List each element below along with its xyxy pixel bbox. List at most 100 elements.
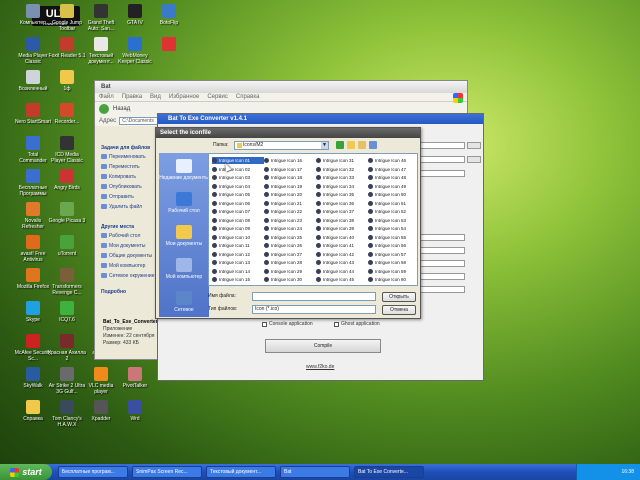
explorer-title[interactable]: Bat bbox=[95, 81, 467, 93]
file-item[interactable]: Intrigue Icon 59 bbox=[368, 268, 420, 275]
file-item[interactable]: Intrigue Icon 54 bbox=[368, 225, 420, 232]
file-item[interactable]: Intrigue Icon 48 bbox=[368, 174, 420, 181]
desktop-icon[interactable]: Skype bbox=[14, 301, 52, 323]
cancel-button[interactable]: Отмена bbox=[382, 305, 416, 315]
start-button[interactable]: start bbox=[0, 464, 52, 480]
file-item[interactable]: Intrigue Icon 35 bbox=[316, 191, 368, 198]
file-item[interactable]: Intrigue Icon 60 bbox=[368, 276, 420, 283]
address-input[interactable]: C:\Documents bbox=[119, 117, 160, 125]
desktop-icon[interactable]: SkyWalk bbox=[14, 367, 52, 389]
taskbar-button[interactable]: Bat bbox=[280, 466, 350, 478]
file-item[interactable]: Intrigue Icon 21 bbox=[264, 200, 316, 207]
file-item[interactable]: Intrigue Icon 47 bbox=[368, 166, 420, 173]
back-arrow-icon[interactable] bbox=[99, 104, 109, 114]
task-link[interactable]: Удалить файл bbox=[101, 204, 155, 210]
menu-item[interactable]: Правка bbox=[122, 93, 142, 101]
filetype-dropdown[interactable]: Icon (*.ico) bbox=[252, 305, 376, 314]
file-item[interactable]: Intrigue Icon 03 bbox=[212, 174, 264, 181]
file-item[interactable]: Intrigue Icon 33 bbox=[316, 174, 368, 181]
file-item[interactable]: Intrigue Icon 18 bbox=[264, 174, 316, 181]
file-item[interactable]: Intrigue Icon 53 bbox=[368, 217, 420, 224]
file-item[interactable]: Intrigue Icon 14 bbox=[212, 268, 264, 275]
desktop-icon[interactable]: Tom Clancy's H.A.W.X bbox=[48, 400, 86, 428]
filename-input[interactable] bbox=[252, 292, 376, 301]
browse-save-button[interactable] bbox=[467, 156, 481, 163]
file-item[interactable]: Intrigue Icon 01 bbox=[212, 157, 264, 164]
file-item[interactable]: Intrigue Icon 19 bbox=[264, 183, 316, 190]
desktop-icon[interactable]: Transformers Revenge C... bbox=[48, 268, 86, 296]
file-item[interactable]: Intrigue Icon 08 bbox=[212, 217, 264, 224]
places-item[interactable]: Сетевое bbox=[159, 291, 209, 313]
file-item[interactable]: Intrigue Icon 46 bbox=[368, 157, 420, 164]
desktop-icon[interactable]: Текстовый документ... bbox=[82, 37, 120, 65]
look-in-dropdown[interactable]: Icons/M2 ▼ bbox=[234, 141, 329, 150]
file-item[interactable]: Intrigue Icon 05 bbox=[212, 191, 264, 198]
desktop-icon[interactable]: Media Player Classic bbox=[14, 37, 52, 65]
ghost-app-checkbox[interactable]: Ghost application bbox=[334, 321, 380, 327]
browse-batch-button[interactable] bbox=[467, 142, 481, 149]
desktop-icon[interactable]: WebMoney Keeper Classic bbox=[116, 37, 154, 65]
file-item[interactable]: Intrigue Icon 16 bbox=[264, 157, 316, 164]
taskbar-button[interactable]: SnimPax Screen Rec... bbox=[132, 466, 202, 478]
file-item[interactable]: Intrigue Icon 51 bbox=[368, 200, 420, 207]
place-link[interactable]: Сетевое окружение bbox=[101, 273, 155, 279]
places-item[interactable]: Мой компьютер bbox=[159, 258, 209, 280]
task-link[interactable]: Переместить bbox=[101, 164, 155, 170]
view-menu-icon[interactable] bbox=[369, 141, 377, 149]
desktop-icon[interactable]: Wrd bbox=[116, 400, 154, 422]
file-item[interactable]: Intrigue Icon 20 bbox=[264, 191, 316, 198]
desktop-icon[interactable]: McAfee Security Sc... bbox=[14, 334, 52, 362]
file-item[interactable]: Intrigue Icon 22 bbox=[264, 208, 316, 215]
console-checkbox-box[interactable] bbox=[262, 321, 267, 327]
file-item[interactable]: Intrigue Icon 24 bbox=[264, 225, 316, 232]
place-link[interactable]: Мои документы bbox=[101, 243, 155, 249]
places-item[interactable]: Рабочий стол bbox=[159, 192, 209, 214]
file-item[interactable]: Intrigue Icon 30 bbox=[264, 276, 316, 283]
desktop-icon[interactable]: Foxit Reader 5.1 bbox=[48, 37, 86, 59]
tasks-header[interactable]: Задачи для файлов bbox=[101, 145, 155, 151]
file-item[interactable]: Intrigue Icon 26 bbox=[264, 242, 316, 249]
clock[interactable]: 16:38 bbox=[621, 469, 634, 475]
back-button-label[interactable]: Назад bbox=[113, 106, 130, 112]
menu-item[interactable]: Сервис bbox=[207, 93, 228, 101]
file-item[interactable]: Intrigue Icon 29 bbox=[264, 268, 316, 275]
place-link[interactable]: Рабочий стол bbox=[101, 233, 155, 239]
desktop-icon[interactable]: Nero StartSmart bbox=[14, 103, 52, 125]
taskbar-button[interactable]: Текстовый документ... bbox=[206, 466, 276, 478]
file-item[interactable]: Intrigue Icon 58 bbox=[368, 259, 420, 266]
file-item[interactable]: Intrigue Icon 31 bbox=[316, 157, 368, 164]
taskbar-button[interactable]: Bat To Exe Converte... bbox=[354, 466, 424, 478]
open-button[interactable]: Открыть bbox=[382, 292, 416, 302]
up-folder-icon[interactable] bbox=[347, 141, 355, 149]
file-item[interactable]: Intrigue Icon 45 bbox=[316, 276, 368, 283]
desktop-icon[interactable]: Красная Ахилла 2 bbox=[48, 334, 86, 362]
file-item[interactable]: Intrigue Icon 43 bbox=[316, 259, 368, 266]
file-item[interactable]: Intrigue Icon 25 bbox=[264, 234, 316, 241]
desktop-icon[interactable] bbox=[150, 37, 188, 53]
desktop-icon[interactable]: Компьютер bbox=[14, 4, 52, 26]
file-item[interactable]: Intrigue Icon 36 bbox=[316, 200, 368, 207]
file-item[interactable]: Intrigue Icon 55 bbox=[368, 234, 420, 241]
desktop-icon[interactable]: Справка bbox=[14, 400, 52, 422]
file-item[interactable]: Intrigue Icon 57 bbox=[368, 251, 420, 258]
desktop-icon[interactable]: VLC media player bbox=[82, 367, 120, 395]
website-link[interactable]: www.f2ko.de bbox=[306, 364, 334, 370]
desktop-icon[interactable]: Total Commander bbox=[14, 136, 52, 164]
ghost-checkbox-box[interactable] bbox=[334, 321, 339, 327]
file-item[interactable]: Intrigue Icon 42 bbox=[316, 251, 368, 258]
desktop-icon[interactable]: avast! Free Antivirus bbox=[14, 235, 52, 263]
desktop-icon[interactable]: Google Jump Toolbar bbox=[48, 4, 86, 32]
desktop-icon[interactable]: Air Strike 2 Ultra 3G Gulf... bbox=[48, 367, 86, 395]
file-item[interactable]: Intrigue Icon 09 bbox=[212, 225, 264, 232]
taskbar-button[interactable]: Бесплатные програм... bbox=[58, 466, 128, 478]
desktop-icon[interactable]: Novalis Refresher bbox=[14, 202, 52, 230]
task-link[interactable]: Копировать bbox=[101, 174, 155, 180]
file-item[interactable]: Intrigue Icon 40 bbox=[316, 234, 368, 241]
chevron-down-icon[interactable]: ▼ bbox=[321, 142, 328, 149]
file-item[interactable]: Intrigue Icon 11 bbox=[212, 242, 264, 249]
place-link[interactable]: Общие документы bbox=[101, 253, 155, 259]
file-item[interactable]: Intrigue Icon 38 bbox=[316, 217, 368, 224]
menu-item[interactable]: Избранное bbox=[169, 93, 199, 101]
file-item[interactable]: Intrigue Icon 52 bbox=[368, 208, 420, 215]
desktop-icon[interactable]: Google Picasa 3 bbox=[48, 202, 86, 224]
